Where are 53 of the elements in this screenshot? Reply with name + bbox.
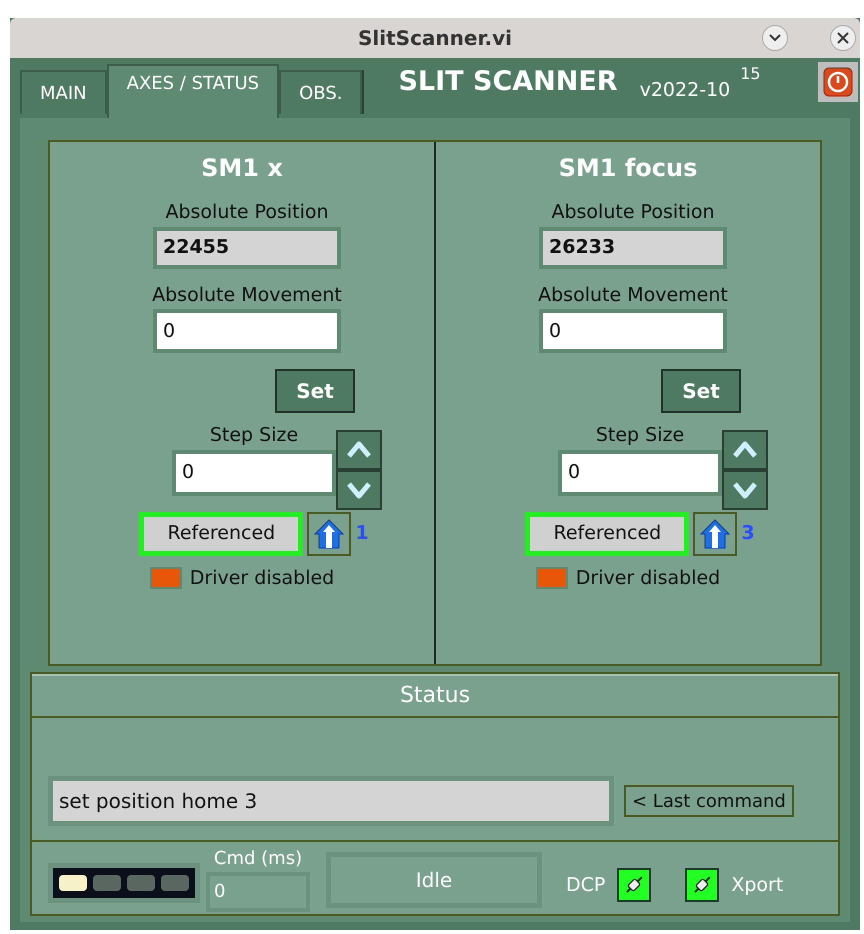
power-icon (823, 67, 853, 97)
version-superscript: 15 (740, 63, 761, 85)
version-label: v2022-10 (640, 78, 730, 102)
message-display: set position home 3 (48, 776, 614, 826)
app-title: SLIT SCANNER (398, 64, 618, 98)
position-display: 26233 (539, 226, 727, 268)
chevron-up-icon (346, 438, 372, 460)
referenced-indicator: Referenced (139, 512, 304, 556)
field-label: Absolute Movement (538, 282, 728, 308)
home-number: 1 (355, 521, 369, 546)
driver-status-label: Driver disabled (190, 566, 334, 590)
step-size-field[interactable]: 0 (558, 450, 722, 496)
step-down-button[interactable] (336, 470, 382, 510)
home-icon (698, 516, 732, 550)
tab[interactable]: MAIN (20, 70, 107, 114)
step-up-button[interactable] (336, 430, 382, 470)
status-header: Status (32, 674, 838, 718)
field-label: Absolute Position (165, 200, 329, 225)
tab[interactable]: OBS. (279, 70, 362, 114)
cmd-display: 0 (206, 872, 310, 912)
axis-title: SM1 focus (558, 153, 698, 184)
field-label: Step Size (210, 423, 298, 448)
connection-label: DCP (566, 872, 606, 898)
step-down-button[interactable] (722, 470, 768, 510)
set-button[interactable]: Set (275, 369, 355, 413)
field-label: Absolute Movement (152, 282, 342, 308)
home-button[interactable] (307, 512, 352, 556)
home-number: 3 (741, 521, 755, 546)
close-button[interactable] (830, 25, 856, 51)
step-size-field[interactable]: 0 (172, 450, 336, 496)
movement-field[interactable]: 0 (153, 309, 341, 353)
field-label: Absolute Position (551, 200, 715, 225)
position-display: 22455 (153, 226, 341, 268)
power-button[interactable] (818, 62, 858, 102)
chevron-down-icon (769, 34, 781, 42)
movement-field[interactable]: 0 (539, 309, 727, 353)
state-display: Idle (326, 852, 542, 908)
axis-title: SM1 x (201, 153, 283, 184)
tab[interactable]: AXES / STATUS (106, 64, 280, 118)
home-button[interactable] (693, 512, 738, 556)
window-title: SlitScanner.vi (358, 25, 512, 52)
connection-label: Xport (731, 872, 784, 898)
step-up-button[interactable] (722, 430, 768, 470)
chevron-up-icon (732, 438, 758, 460)
referenced-indicator: Referenced (525, 512, 690, 556)
set-button[interactable]: Set (661, 369, 741, 413)
field-label: Step Size (596, 423, 684, 448)
last-command-button[interactable]: < Last command (624, 785, 794, 817)
close-icon (837, 32, 849, 44)
cmd-label: Cmd (ms) (214, 846, 302, 870)
minimize-button[interactable] (762, 25, 788, 51)
home-icon (312, 516, 346, 550)
driver-status-label: Driver disabled (576, 566, 720, 590)
